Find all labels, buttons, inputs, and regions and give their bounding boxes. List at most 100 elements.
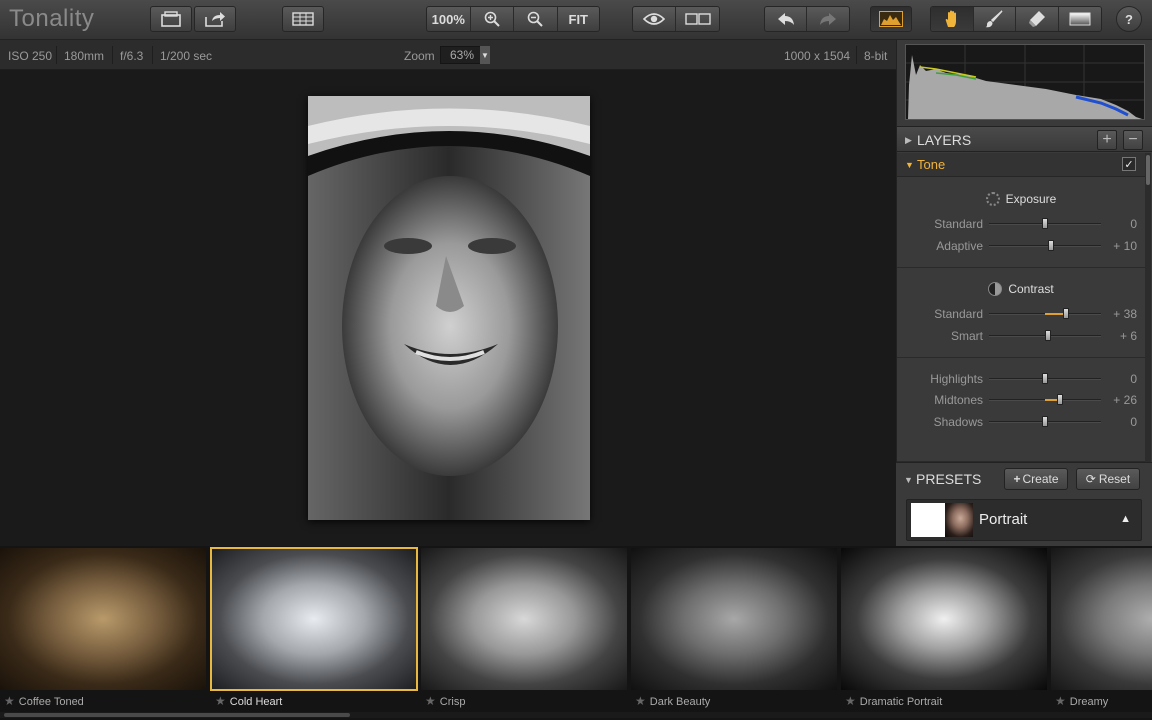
layers-header[interactable]: ▶ LAYERS + − bbox=[897, 126, 1152, 152]
film-thumbnail[interactable] bbox=[1051, 548, 1152, 690]
film-item[interactable]: ★ Coffee Toned bbox=[0, 548, 206, 710]
undo-icon bbox=[777, 13, 794, 25]
reset-preset-button[interactable]: ⟳ Reset bbox=[1076, 468, 1140, 490]
open-button[interactable] bbox=[150, 6, 192, 32]
compare-button[interactable] bbox=[676, 7, 719, 31]
filmstrip-scrollbar[interactable] bbox=[0, 712, 1152, 718]
contrast-section: Contrast Standard + 38 Smart + 6 bbox=[897, 268, 1145, 358]
star-icon[interactable]: ★ bbox=[1055, 694, 1066, 708]
slider-exposure-adaptive[interactable]: Adaptive + 10 bbox=[897, 238, 1145, 254]
eye-icon bbox=[643, 13, 665, 25]
preview-button[interactable] bbox=[633, 7, 677, 31]
star-icon[interactable]: ★ bbox=[425, 694, 436, 708]
film-name: Cold Heart bbox=[229, 696, 283, 708]
slider-exposure-standard[interactable]: Standard 0 bbox=[897, 216, 1145, 232]
star-icon[interactable]: ★ bbox=[4, 694, 15, 708]
undo-button[interactable] bbox=[765, 7, 808, 31]
preset-thumbnail-face bbox=[945, 503, 973, 537]
film-name: Dreamy bbox=[1069, 696, 1109, 708]
slider-shadows[interactable]: Shadows 0 bbox=[897, 414, 1145, 430]
iso-value: ISO 250 bbox=[8, 49, 53, 63]
slider-value: 0 bbox=[1130, 372, 1137, 386]
panel-scrollbar[interactable] bbox=[1145, 153, 1151, 463]
tone-enabled-checkbox[interactable]: ✓ bbox=[1122, 157, 1136, 171]
image-dimensions: 1000 x 1504 bbox=[784, 49, 851, 63]
histogram-graph bbox=[906, 45, 1144, 119]
film-item[interactable]: ★ Crisp bbox=[421, 548, 627, 710]
collapse-arrow-icon: ▼ bbox=[904, 475, 913, 485]
film-item[interactable]: ★ Dramatic Portrait bbox=[841, 548, 1047, 710]
film-thumbnail[interactable] bbox=[841, 548, 1047, 690]
slider-highlights[interactable]: Highlights 0 bbox=[897, 371, 1145, 387]
share-button[interactable] bbox=[194, 6, 236, 32]
slider-value: 0 bbox=[1130, 415, 1137, 429]
slider-value: 0 bbox=[1130, 217, 1137, 231]
preset-selector[interactable]: Portrait ▲ bbox=[906, 499, 1142, 541]
tonal-range-section: Highlights 0 Midtones + 26 Shadows 0 bbox=[897, 358, 1145, 462]
film-thumbnail[interactable] bbox=[631, 548, 837, 690]
film-item[interactable]: ★ Dark Beauty bbox=[631, 548, 837, 710]
slider-midtones[interactable]: Midtones + 26 bbox=[897, 392, 1145, 408]
film-item[interactable]: ★ Cold Heart bbox=[210, 547, 418, 710]
star-icon[interactable]: ★ bbox=[215, 694, 226, 708]
zoom-in-button[interactable] bbox=[471, 7, 514, 31]
slider-label: Standard bbox=[934, 217, 983, 231]
exposure-section: Exposure Standard 0 Adaptive + 10 bbox=[897, 178, 1145, 268]
film-label: ★ Crisp bbox=[421, 694, 627, 708]
plus-icon: + bbox=[1013, 472, 1021, 486]
slider-contrast-standard[interactable]: Standard + 38 bbox=[897, 306, 1145, 322]
remove-layer-button[interactable]: − bbox=[1123, 130, 1143, 150]
fit-button[interactable]: FIT bbox=[558, 7, 600, 31]
focal-length-value: 180mm bbox=[64, 49, 105, 63]
slider-knob[interactable] bbox=[1063, 308, 1070, 319]
star-icon[interactable]: ★ bbox=[845, 694, 856, 708]
eraser-tool-button[interactable] bbox=[1016, 7, 1059, 31]
slider-knob[interactable] bbox=[1042, 218, 1048, 229]
hand-tool-button[interactable] bbox=[931, 7, 974, 31]
histogram-icon bbox=[879, 11, 903, 27]
slider-contrast-smart[interactable]: Smart + 6 bbox=[897, 328, 1145, 344]
chevron-up-icon[interactable]: ▲ bbox=[1120, 513, 1131, 525]
slider-knob[interactable] bbox=[1047, 240, 1054, 251]
scrollbar-thumb[interactable] bbox=[4, 713, 350, 717]
gradient-tool-button[interactable] bbox=[1059, 7, 1101, 31]
add-layer-button[interactable]: + bbox=[1097, 130, 1117, 150]
image-canvas[interactable] bbox=[0, 70, 896, 546]
redo-button[interactable] bbox=[807, 7, 849, 31]
zoom-100-button[interactable]: 100% bbox=[427, 7, 471, 31]
tool-controls bbox=[930, 6, 1102, 32]
create-preset-button[interactable]: + Create bbox=[1004, 468, 1068, 490]
slider-knob[interactable] bbox=[1042, 416, 1048, 427]
histogram-toggle-button[interactable] bbox=[870, 6, 912, 32]
filmstrip-toggle-button[interactable] bbox=[282, 6, 324, 32]
slider-track[interactable] bbox=[989, 245, 1101, 247]
film-thumbnail[interactable] bbox=[421, 548, 627, 690]
brush-tool-button[interactable] bbox=[974, 7, 1016, 31]
eraser-icon bbox=[1028, 11, 1045, 27]
film-label: ★ Dreamy bbox=[1051, 694, 1152, 708]
chevron-down-icon[interactable]: ▼ bbox=[480, 46, 490, 64]
film-thumbnail[interactable] bbox=[0, 548, 206, 690]
expand-arrow-icon: ▶ bbox=[905, 135, 912, 145]
aperture-value: f/6.3 bbox=[120, 49, 144, 63]
slider-knob[interactable] bbox=[1045, 330, 1052, 341]
zoom-out-button[interactable] bbox=[514, 7, 558, 31]
slider-knob[interactable] bbox=[1042, 373, 1048, 384]
preset-name: Portrait bbox=[979, 511, 1028, 528]
scrollbar-thumb[interactable] bbox=[1146, 155, 1150, 185]
hand-icon bbox=[945, 10, 956, 27]
film-thumbnail[interactable] bbox=[210, 547, 418, 691]
tone-header[interactable]: ▼ Tone ✓ bbox=[897, 153, 1145, 177]
divider bbox=[856, 46, 857, 64]
main-photo[interactable] bbox=[308, 96, 590, 520]
film-item[interactable]: ★ Dreamy bbox=[1051, 548, 1152, 710]
zoom-controls: 100% FIT bbox=[426, 6, 600, 32]
film-label: ★ Dark Beauty bbox=[631, 694, 837, 708]
collapse-arrow-icon: ▼ bbox=[905, 160, 914, 170]
star-icon[interactable]: ★ bbox=[635, 694, 646, 708]
slider-label: Standard bbox=[934, 307, 983, 321]
help-button[interactable]: ? bbox=[1116, 6, 1142, 32]
preset-thumbnail bbox=[911, 503, 973, 537]
zoom-out-icon bbox=[527, 11, 543, 27]
slider-knob[interactable] bbox=[1056, 394, 1063, 405]
